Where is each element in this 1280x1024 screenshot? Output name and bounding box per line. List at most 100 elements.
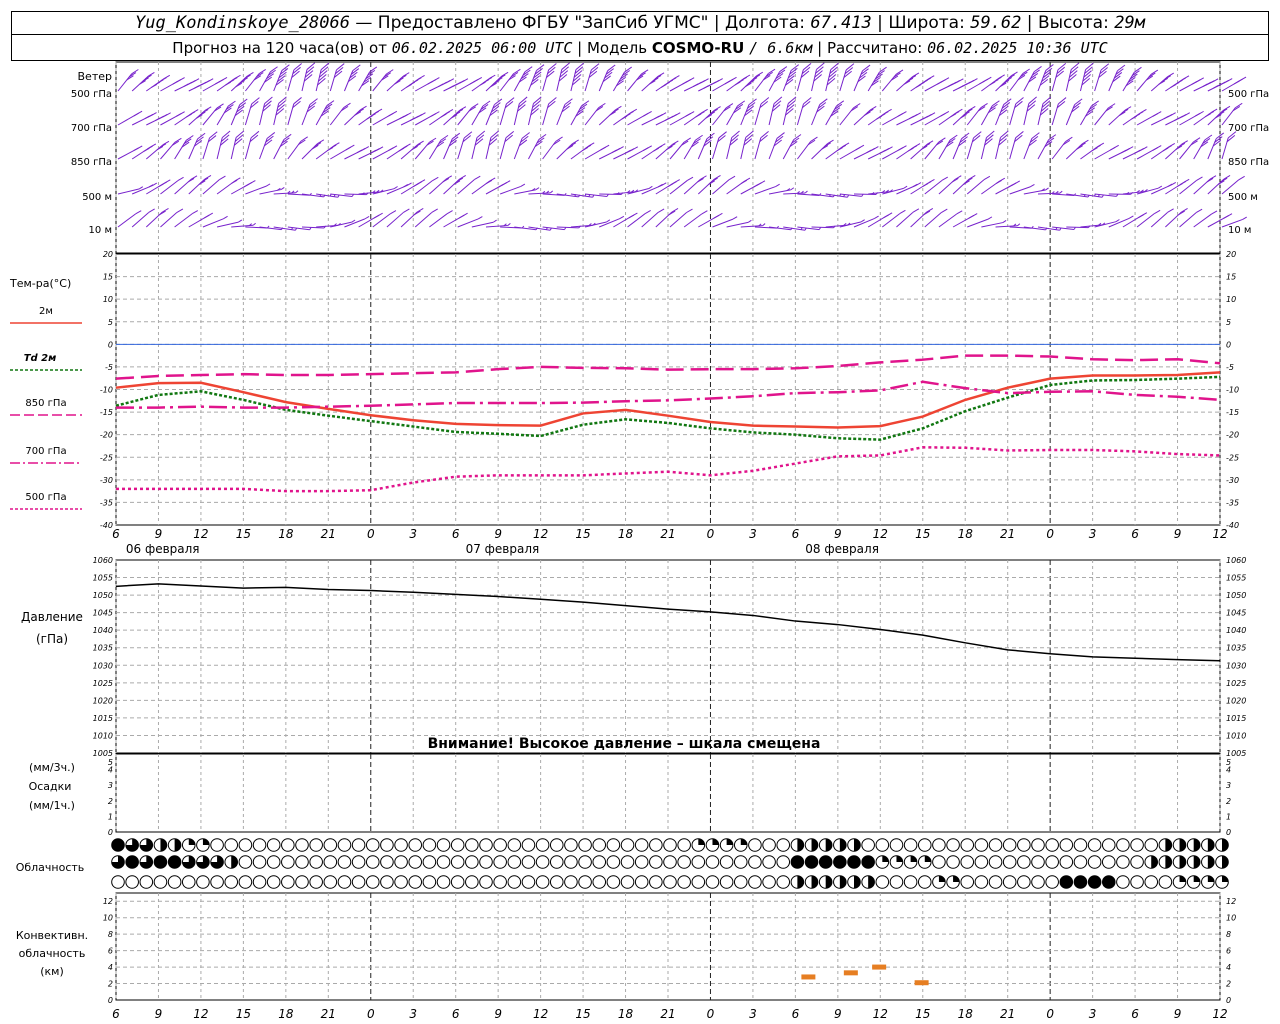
wind-barb-feather xyxy=(356,149,362,154)
cloud-symbol xyxy=(450,855,465,869)
wind-barb-feather xyxy=(172,80,178,85)
pressure-ytick-right: 1040 xyxy=(1226,626,1246,635)
cloud-fill xyxy=(1074,875,1087,889)
cloud-symbol xyxy=(592,838,607,852)
wind-barb-feather xyxy=(657,208,665,213)
temp-ytick-left: -15 xyxy=(100,408,113,417)
cloud-symbol xyxy=(564,875,578,889)
wind-barb-feather xyxy=(922,183,928,187)
wind-barb-feather xyxy=(686,208,693,213)
wind-barb-feather xyxy=(847,194,850,198)
cloud-symbol xyxy=(733,875,748,889)
bottom-xtick: 6 xyxy=(1131,1007,1139,1021)
temp-xtick: 21 xyxy=(1000,527,1015,541)
cloud-symbol xyxy=(1101,838,1116,852)
wind-barb-feather xyxy=(306,62,316,70)
wind-barb-feather xyxy=(713,214,720,219)
wind-barb-feather xyxy=(986,130,995,138)
wind-barb-feather xyxy=(250,130,260,139)
wind-barb-feather xyxy=(251,97,260,105)
cloud-fill xyxy=(160,838,167,852)
pressure-unit: (гПа) xyxy=(36,632,68,646)
cloud-symbol xyxy=(606,875,621,889)
pressure-ytick-right: 1060 xyxy=(1226,556,1246,565)
cloud-fill xyxy=(854,838,861,852)
wind-barb-feather xyxy=(741,179,748,184)
date-label: 08 февраля xyxy=(805,542,879,556)
bottom-xtick: 21 xyxy=(660,1007,675,1021)
pressure-ytick-right: 1020 xyxy=(1226,696,1246,705)
cloud-fill xyxy=(839,838,847,852)
cloud-symbol xyxy=(889,875,904,889)
temp-legend-td2m: Td 2м xyxy=(24,353,57,364)
conv-bar xyxy=(843,970,858,976)
cloud-fill xyxy=(1222,855,1229,869)
cloud-symbol xyxy=(762,855,776,869)
cloud-symbol xyxy=(365,875,380,889)
temp-ytick-left: -40 xyxy=(100,521,113,530)
cloud-symbol xyxy=(592,875,607,889)
cloud-symbol xyxy=(634,855,649,869)
cloud-symbol xyxy=(903,875,918,889)
cloud-fill xyxy=(154,855,167,869)
wind-barb-feather xyxy=(625,149,631,154)
conv-bar xyxy=(914,980,929,986)
cloud-symbol xyxy=(394,875,408,889)
cloud-symbol xyxy=(436,838,451,852)
pressure-ytick-left: 1020 xyxy=(93,696,113,705)
wind-barb-feather xyxy=(506,97,515,105)
wind-barb-feather xyxy=(643,112,649,117)
temp-xtick: 0 xyxy=(707,527,715,541)
cloud-symbol xyxy=(1059,855,1074,869)
conv-ytick-right: 4 xyxy=(1226,963,1231,972)
wind-barb-feather xyxy=(399,115,405,120)
cloud-symbol xyxy=(479,838,493,852)
cloud-symbol xyxy=(224,875,239,889)
cloud-symbol xyxy=(564,855,578,869)
wind-barb-feather xyxy=(191,210,199,215)
temp-xtick: 3 xyxy=(749,527,757,541)
cloud-symbol xyxy=(436,875,451,889)
wind-barb-feather xyxy=(498,184,504,188)
wind-barb-feather xyxy=(941,176,949,181)
wind-barb-feather xyxy=(505,130,515,139)
pressure-ytick-left: 1030 xyxy=(93,661,113,670)
temp-ytick-left: -20 xyxy=(100,431,113,440)
wind-barb-feather xyxy=(336,63,345,71)
bottom-xtick: 3 xyxy=(409,1007,417,1021)
cloud-symbol xyxy=(351,855,366,869)
cloud-symbol xyxy=(337,875,352,889)
temp-xtick: 12 xyxy=(533,527,548,541)
temp-ytick-left: 5 xyxy=(108,318,113,327)
bottom-xtick: 9 xyxy=(1174,1007,1182,1021)
wind-barb-feather xyxy=(1110,146,1116,151)
wind-barb-feather xyxy=(760,97,770,105)
bottom-xtick: 12 xyxy=(533,1007,548,1021)
cloud-symbol xyxy=(521,838,536,852)
cloud-symbol xyxy=(677,855,691,869)
temp-xtick: 12 xyxy=(193,527,208,541)
wind-barb xyxy=(924,179,943,195)
wind-level-left: 10 м xyxy=(89,225,112,236)
wind-barb-feather xyxy=(1015,97,1024,105)
wind-barb-feather xyxy=(252,222,256,226)
meteogram-chart: Ветер 500 гПа 500 гПа 700 гПа 700 гПа 850 гПа… xyxy=(9,61,1269,1021)
bottom-xtick: 15 xyxy=(575,1007,590,1021)
wind-barb-feather xyxy=(682,81,688,85)
temp-ytick-left: 15 xyxy=(103,273,113,282)
wind-barb-feather xyxy=(950,113,957,118)
wind-barb-feather xyxy=(1017,223,1021,227)
cloud-symbol xyxy=(776,838,791,852)
wind-barb xyxy=(414,212,433,228)
temp-ytick-right: -15 xyxy=(1226,408,1239,417)
wind-barb-feather xyxy=(148,208,155,213)
cloud-symbol xyxy=(1031,855,1045,869)
wind-barb xyxy=(584,221,607,228)
temp-xtick: 18 xyxy=(618,527,634,541)
cloud-symbol xyxy=(606,855,621,869)
temp-xtick: 9 xyxy=(1174,527,1182,541)
wind-barb-feather xyxy=(183,83,189,87)
wind-barb xyxy=(202,179,220,195)
cloud-symbol xyxy=(988,875,1003,889)
wind-barb-feather xyxy=(591,63,600,71)
